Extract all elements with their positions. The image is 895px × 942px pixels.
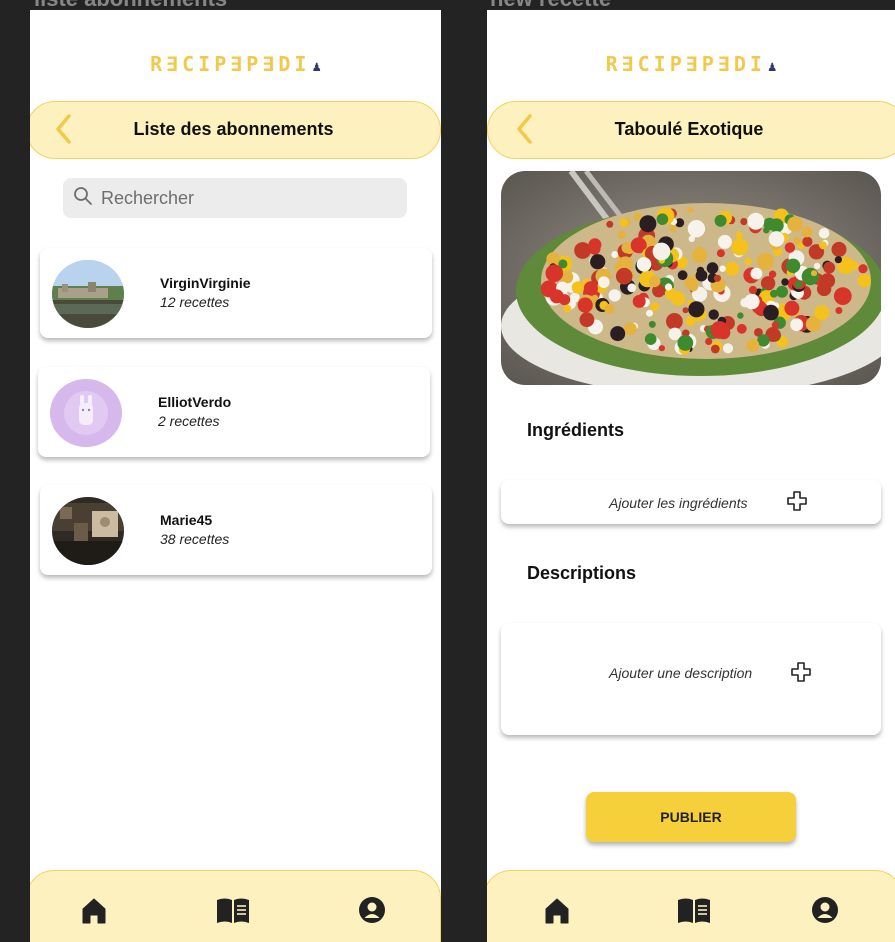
user-name: Marie45	[160, 512, 213, 528]
descriptions-title: Descriptions	[527, 563, 637, 583]
recipe-count: 2 recettes	[158, 413, 220, 429]
chef-hat-icon: ♟	[312, 59, 321, 75]
app-logo: R∃CIP∃P∃DI ♟	[487, 52, 895, 76]
avatar	[50, 379, 122, 447]
bottom-nav	[30, 870, 441, 942]
chef-hat-icon: ♟	[767, 59, 777, 75]
header-bar: Taboulé Exotique	[487, 101, 895, 159]
subscription-card[interactable]: Marie45 38 recettes	[40, 485, 432, 575]
book-icon[interactable]	[215, 895, 249, 929]
search-input[interactable]	[99, 186, 383, 210]
user-name: ElliotVerdo	[158, 394, 232, 410]
add-description-button[interactable]: Ajouter une description	[501, 623, 881, 735]
add-ingredients-label: Ajouter les ingrédients	[609, 495, 748, 511]
page-title: Liste des abonnements	[133, 119, 334, 139]
add-ingredients-button[interactable]: Ajouter les ingrédients	[501, 480, 881, 524]
book-icon[interactable]	[676, 895, 710, 929]
search-icon	[73, 186, 93, 211]
home-icon[interactable]	[542, 895, 576, 929]
account-icon[interactable]	[810, 895, 844, 929]
avatar	[52, 260, 124, 328]
search-bar[interactable]	[63, 178, 407, 218]
recipe-count: 38 recettes	[160, 531, 230, 547]
logo-text: R∃CIP∃P∃DI	[150, 52, 311, 76]
publish-button[interactable]: PUBLIER	[586, 792, 796, 842]
bottom-nav	[487, 870, 895, 942]
new-recipe-screen: R∃CIP∃P∃DI ♟ Taboulé Exotique Ingrédients…	[487, 10, 895, 942]
subscriptions-screen: R∃CIP∃P∃DI ♟ Liste des abonnements Reche…	[30, 10, 441, 942]
add-description-label: Ajouter une description	[609, 665, 753, 681]
subscription-card[interactable]: VirginVirginie 12 recettes	[40, 248, 432, 338]
account-icon[interactable]	[357, 895, 391, 929]
ingredients-title: Ingrédients	[527, 420, 625, 440]
plus-icon	[787, 491, 807, 511]
app-logo: R∃CIP∃P∃DI ♟	[30, 52, 441, 76]
header-bar: Liste des abonnements	[30, 101, 441, 159]
home-icon[interactable]	[79, 895, 113, 929]
avatar	[52, 497, 124, 565]
user-name: VirginVirginie	[160, 275, 251, 291]
recipe-photo	[501, 171, 881, 385]
recipe-title: Taboulé Exotique	[614, 119, 764, 139]
plus-icon	[791, 662, 811, 682]
logo-text: R∃CIP∃P∃DI	[605, 52, 766, 76]
recipe-count: 12 recettes	[160, 294, 230, 310]
subscription-card[interactable]: ElliotVerdo 2 recettes	[38, 367, 430, 457]
